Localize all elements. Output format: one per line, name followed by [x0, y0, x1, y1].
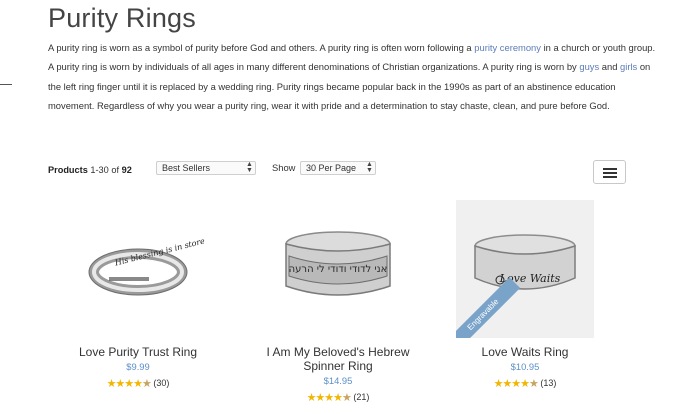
product-toolbar: Products 1-30 of 92 Best Sellers ▲ ▼ Show…: [48, 160, 628, 186]
star-rating-icon: ★★★★★: [493, 378, 539, 390]
girls-link[interactable]: girls: [620, 61, 637, 72]
select-caret-icon: ▲ ▼: [366, 161, 373, 174]
product-rating: ★★★★★ (30): [58, 377, 218, 390]
product-image[interactable]: Love Waits Engravable: [456, 200, 594, 338]
products-of: of: [111, 165, 120, 175]
per-page-select-value: 30 Per Page: [306, 163, 357, 173]
product-name[interactable]: Love Waits Ring: [445, 345, 605, 359]
list-view-icon: [603, 168, 617, 180]
product-card[interactable]: אני לדודי ודודי לי הרעה I Am My Beloved'…: [258, 200, 418, 404]
star-rating-icon: ★★★★★: [106, 378, 152, 390]
product-image[interactable]: אני לדודי ודודי לי הרעה: [269, 200, 407, 338]
list-view-button[interactable]: [593, 160, 626, 184]
intro-text: A purity ring is worn as a symbol of pur…: [48, 38, 658, 116]
guys-link[interactable]: guys: [579, 61, 599, 72]
intro-text-part: A purity ring is worn as a symbol of pur…: [48, 42, 475, 53]
purity-ceremony-link[interactable]: purity ceremony: [474, 42, 541, 53]
sort-select[interactable]: Best Sellers ▲ ▼: [156, 161, 256, 175]
review-count[interactable]: (21): [353, 392, 369, 402]
product-card[interactable]: Love Waits Engravable Love Waits Ring $1…: [445, 200, 605, 390]
products-label: Products: [48, 165, 88, 175]
product-rating: ★★★★★ (21): [258, 391, 418, 404]
products-range: 1-30: [90, 165, 109, 175]
left-divider: [0, 84, 12, 85]
product-card[interactable]: His blessing is in store Love Purity Tru…: [58, 200, 218, 390]
per-page-select[interactable]: 30 Per Page ▲ ▼: [300, 161, 376, 175]
product-name-line: I Am My Beloved's Hebrew: [266, 345, 410, 359]
product-price: $9.99: [126, 361, 150, 372]
select-caret-icon: ▲ ▼: [246, 161, 253, 174]
intro-text-part: and: [599, 61, 621, 73]
review-count[interactable]: (13): [540, 378, 556, 388]
product-name[interactable]: Love Purity Trust Ring: [58, 345, 218, 359]
product-rating: ★★★★★ (13): [445, 377, 605, 390]
ring-image: His blessing is in store: [88, 236, 206, 296]
products-count: Products 1-30 of 92: [48, 165, 132, 175]
products-total: 92: [121, 165, 132, 175]
product-price: $10.95: [510, 361, 540, 372]
review-count[interactable]: (30): [153, 378, 169, 388]
ring-image: אני לדודי ודודי לי הרעה: [285, 231, 391, 296]
page-title: Purity Rings: [48, 3, 196, 33]
ring-engraving: אני לדודי ודודי לי הרעה: [289, 264, 388, 275]
product-name[interactable]: I Am My Beloved's Hebrew Spinner Ring: [258, 345, 418, 373]
sort-select-value: Best Sellers: [162, 163, 211, 173]
star-rating-icon: ★★★★★: [306, 392, 352, 404]
product-price: $14.95: [323, 375, 353, 386]
show-label: Show: [272, 162, 296, 173]
product-image[interactable]: His blessing is in store: [69, 200, 207, 338]
product-name-line: Spinner Ring: [303, 359, 373, 373]
